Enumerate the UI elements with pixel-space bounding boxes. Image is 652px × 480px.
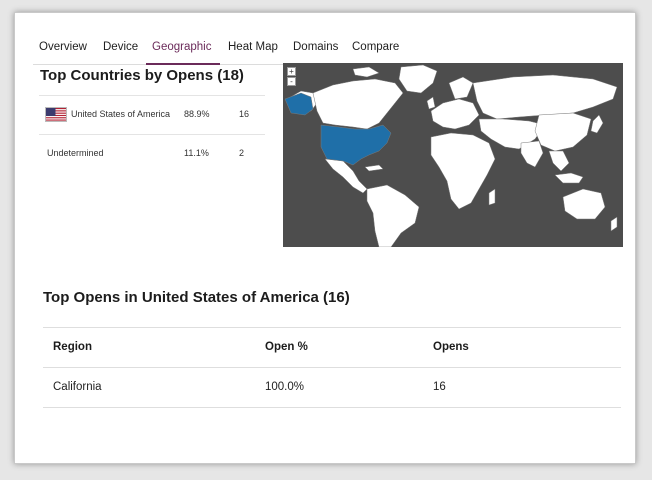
map-land-arctic-islands <box>352 66 380 78</box>
active-tab-indicator <box>146 63 220 65</box>
map-land-alaska-highlight <box>284 92 314 116</box>
us-flag-icon <box>45 107 67 122</box>
country-percent: 11.1% <box>184 148 209 158</box>
regions-title: Top Opens in United States of America (1… <box>43 289 350 306</box>
map-land-southeast-asia <box>548 150 570 172</box>
countries-title: Top Countries by Opens (18) <box>40 67 244 84</box>
map-land-japan <box>590 114 604 134</box>
tab-device[interactable]: Device <box>103 41 138 53</box>
map-land-russia <box>472 74 618 120</box>
map-land-madagascar <box>488 188 496 206</box>
zoom-out-button[interactable]: - <box>287 77 296 86</box>
map-land-australia <box>562 188 606 220</box>
region-name: California <box>53 381 102 393</box>
world-map[interactable]: + - <box>283 63 623 247</box>
map-land-new-zealand <box>610 216 618 232</box>
country-row[interactable]: Undetermined 11.1% 2 <box>39 135 265 175</box>
region-opens: 16 <box>433 381 446 393</box>
country-row[interactable]: United States of America 88.9% 16 <box>39 95 265 135</box>
tab-compare[interactable]: Compare <box>352 41 399 53</box>
region-percent: 100.0% <box>265 381 305 393</box>
map-land-canada <box>312 78 404 130</box>
column-header-opens[interactable]: Opens <box>433 341 469 353</box>
tab-geographic[interactable]: Geographic <box>152 41 211 53</box>
map-land-usa-highlight <box>320 124 392 166</box>
map-land-africa <box>430 132 496 210</box>
map-land-scandinavia <box>448 76 474 100</box>
map-land-indonesia <box>554 172 584 184</box>
table-row[interactable]: California 100.0% 16 <box>43 368 621 408</box>
world-map-graphic <box>284 64 618 247</box>
table-header-row: Region Open % Opens <box>43 328 621 368</box>
report-tabs: Overview Device Geographic Heat Map Doma… <box>33 25 621 65</box>
regions-table: Region Open % Opens California 100.0% 16 <box>43 327 621 408</box>
country-opens: 2 <box>239 148 245 158</box>
tab-heat-map[interactable]: Heat Map <box>228 41 278 53</box>
tab-overview[interactable]: Overview <box>39 41 87 53</box>
map-land-greenland <box>398 64 438 94</box>
tab-domains[interactable]: Domains <box>293 41 338 53</box>
column-header-region[interactable]: Region <box>53 341 92 353</box>
country-name: United States of America <box>71 109 171 119</box>
report-panel: Overview Device Geographic Heat Map Doma… <box>14 12 636 464</box>
map-land-china <box>534 112 592 152</box>
map-land-india <box>520 140 544 168</box>
map-land-europe <box>430 98 480 130</box>
column-header-open-percent[interactable]: Open % <box>265 341 308 353</box>
map-land-uk <box>426 96 436 110</box>
map-land-south-america <box>366 184 420 247</box>
map-land-mexico <box>324 158 368 194</box>
zoom-in-button[interactable]: + <box>287 67 296 76</box>
map-land-caribbean <box>364 164 384 172</box>
country-percent: 88.9% <box>184 109 210 119</box>
country-opens: 16 <box>239 109 250 119</box>
country-name: Undetermined <box>47 148 104 158</box>
